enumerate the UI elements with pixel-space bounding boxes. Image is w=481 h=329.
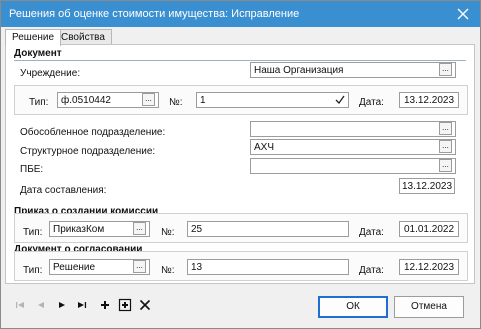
dialog-window: Решения об оценке стоимости имущества: И… bbox=[0, 0, 481, 329]
separate-division-field[interactable] bbox=[250, 121, 456, 137]
document-type-group: Тип: ф.0510442 ... №: 1 Дата: 13.12.2023 bbox=[14, 85, 468, 115]
last-record-icon[interactable] bbox=[75, 298, 89, 312]
approval-type-label: Тип: bbox=[23, 265, 43, 276]
pbe-field[interactable] bbox=[250, 158, 456, 174]
structural-division-field[interactable]: АХЧ bbox=[250, 139, 456, 155]
window-title: Решения об оценке стоимости имущества: И… bbox=[9, 8, 300, 20]
commission-type-select-button[interactable]: ... bbox=[133, 222, 146, 235]
approval-date-field[interactable]: 12.12.2023 bbox=[399, 259, 459, 275]
commission-date-field[interactable]: 01.01.2022 bbox=[399, 221, 459, 237]
institution-select-button[interactable]: ... bbox=[439, 63, 452, 76]
cancel-button[interactable]: Отмена bbox=[394, 296, 464, 318]
commission-type-label: Тип: bbox=[23, 227, 43, 238]
next-record-icon[interactable] bbox=[55, 298, 69, 312]
doc-type-select-button[interactable]: ... bbox=[142, 93, 155, 106]
document-section-title: Документ bbox=[14, 48, 62, 59]
pbe-label: ПБЕ: bbox=[20, 164, 44, 175]
document-section-divider bbox=[14, 60, 466, 61]
commission-number-field[interactable]: 25 bbox=[187, 221, 349, 237]
tab-panel-decision: Документ Учреждение: Наша Организация ..… bbox=[5, 44, 475, 284]
checkmark-icon[interactable] bbox=[334, 93, 346, 106]
add-record-icon[interactable] bbox=[98, 298, 112, 312]
doc-date-label: Дата: bbox=[359, 97, 384, 108]
pbe-select-button[interactable]: ... bbox=[439, 159, 452, 172]
approval-number-field[interactable]: 13 bbox=[187, 259, 349, 275]
commission-date-label: Дата: bbox=[359, 227, 384, 238]
commission-order-group: Тип: ПриказКом ... №: 25 Дата: 01.01.202… bbox=[14, 213, 468, 243]
approval-date-label: Дата: bbox=[359, 265, 384, 276]
doc-number-field[interactable]: 1 bbox=[196, 92, 349, 108]
institution-label: Учреждение: bbox=[20, 68, 81, 79]
approval-number-label: №: bbox=[161, 265, 175, 276]
commission-number-label: №: bbox=[161, 227, 175, 238]
separate-division-label: Обособленное подразделение: bbox=[20, 127, 166, 138]
ok-button[interactable]: ОК bbox=[318, 296, 388, 318]
add-copy-icon[interactable] bbox=[118, 298, 132, 312]
close-icon[interactable] bbox=[452, 4, 474, 24]
structural-division-select-button[interactable]: ... bbox=[439, 140, 452, 153]
separate-division-select-button[interactable]: ... bbox=[439, 122, 452, 135]
compiled-date-field[interactable]: 13.12.2023 bbox=[399, 178, 455, 194]
doc-date-field[interactable]: 13.12.2023 bbox=[399, 92, 459, 108]
previous-record-icon[interactable] bbox=[34, 298, 48, 312]
compiled-date-label: Дата составления: bbox=[20, 185, 107, 196]
doc-type-label: Тип: bbox=[29, 97, 49, 108]
doc-number-label: №: bbox=[169, 97, 183, 108]
title-bar[interactable]: Решения об оценке стоимости имущества: И… bbox=[1, 1, 480, 27]
delete-record-icon[interactable] bbox=[138, 298, 152, 312]
first-record-icon[interactable] bbox=[13, 298, 27, 312]
approval-type-select-button[interactable]: ... bbox=[133, 260, 146, 273]
approval-document-group: Тип: Решение ... №: 13 Дата: 12.12.2023 bbox=[14, 251, 468, 281]
tab-decision[interactable]: Решение bbox=[5, 29, 62, 46]
tab-properties[interactable]: Свойства bbox=[54, 29, 112, 45]
institution-field[interactable]: Наша Организация bbox=[250, 62, 456, 78]
tab-strip: Решение Свойства bbox=[5, 29, 477, 46]
structural-division-label: Структурное подразделение: bbox=[20, 146, 156, 157]
